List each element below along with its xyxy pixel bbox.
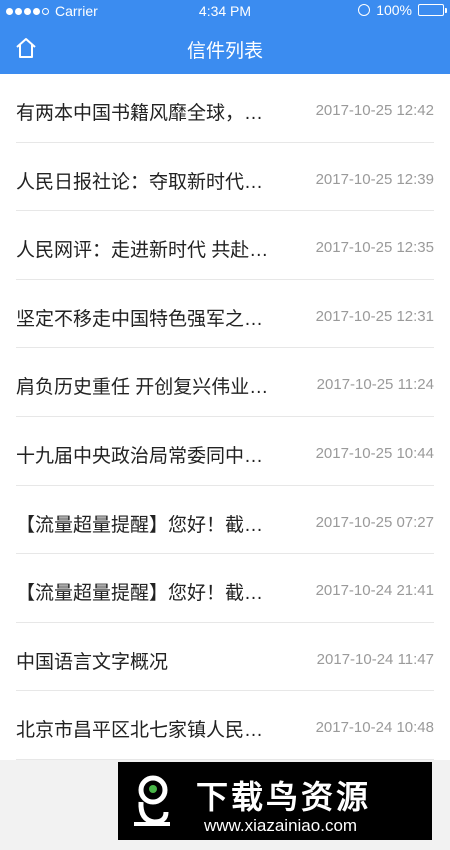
letter-title: 中国语言文字概况: [16, 651, 169, 673]
status-bar: Carrier 4:34 PM 100%: [0, 0, 450, 22]
letter-date: 2017-10-25 12:39: [315, 170, 434, 188]
letter-title: 人民网评：走进新时代 共赴…: [16, 240, 266, 262]
letter-date: 2017-10-25 12:31: [315, 307, 434, 325]
list-item[interactable]: 人民日报社论：夺取新时代… 2017-10-25 12:39: [0, 143, 450, 212]
list-item[interactable]: 坚定不移走中国特色强军之… 2017-10-25 12:31: [0, 280, 450, 349]
letter-title: 肩负历史重任 开创复兴伟业…: [16, 377, 266, 399]
battery-percent: 100%: [376, 2, 412, 18]
battery-icon: [418, 4, 447, 16]
bird-logo-icon: [134, 775, 170, 826]
list-item[interactable]: 【流量超量提醒】您好！截… 2017-10-25 07:27: [0, 486, 450, 555]
letter-date: 2017-10-25 07:27: [315, 513, 434, 531]
letter-title: 坚定不移走中国特色强军之…: [16, 308, 264, 330]
watermark-name: 下载鸟资源: [196, 779, 372, 815]
page-title: 信件列表: [186, 41, 263, 62]
letter-date: 2017-10-24 10:48: [315, 719, 434, 737]
letter-title: 十九届中央政治局常委同中…: [16, 445, 264, 467]
letter-date: 2017-10-25 11:24: [316, 376, 434, 394]
letter-date: 2017-10-24 11:47: [316, 650, 434, 668]
list-item[interactable]: 十九届中央政治局常委同中… 2017-10-25 10:44: [0, 417, 450, 486]
letter-title: 【流量超量提醒】您好！截…: [16, 583, 264, 605]
letter-title: 【流量超量提醒】您好！截…: [16, 514, 264, 536]
watermark-banner: 下载鸟资源 www.xiazainiao.com: [118, 762, 432, 840]
list-item[interactable]: 有两本中国书籍风靡全球，… 2017-10-25 12:42: [0, 74, 450, 143]
letter-title: 有两本中国书籍风靡全球，…: [16, 103, 264, 124]
list-item[interactable]: 中国语言文字概况 2017-10-24 11:47: [0, 623, 450, 692]
letter-date: 2017-10-25 12:35: [315, 239, 434, 257]
letter-date: 2017-10-24 21:41: [315, 582, 434, 600]
letter-title: 北京市昌平区北七家镇人民…: [16, 720, 264, 742]
list-item[interactable]: 人民网评：走进新时代 共赴… 2017-10-25 12:35: [0, 211, 450, 280]
watermark-url: www.xiazainiao.com: [204, 816, 358, 835]
nav-bar: 信件列表: [0, 22, 450, 74]
letter-title: 人民日报社论：夺取新时代…: [16, 171, 264, 193]
letter-date: 2017-10-25 10:44: [315, 444, 434, 462]
letter-list: 有两本中国书籍风靡全球，… 2017-10-25 12:42 人民日报社论：夺取…: [0, 74, 450, 760]
list-item[interactable]: 【流量超量提醒】您好！截… 2017-10-24 21:41: [0, 554, 450, 623]
status-right: 100%: [358, 2, 447, 18]
list-item[interactable]: 肩负历史重任 开创复兴伟业… 2017-10-25 11:24: [0, 348, 450, 417]
list-item[interactable]: 北京市昌平区北七家镇人民… 2017-10-24 10:48: [0, 691, 450, 760]
letter-date: 2017-10-25 12:42: [315, 102, 434, 119]
rotation-lock-icon: [358, 4, 371, 16]
